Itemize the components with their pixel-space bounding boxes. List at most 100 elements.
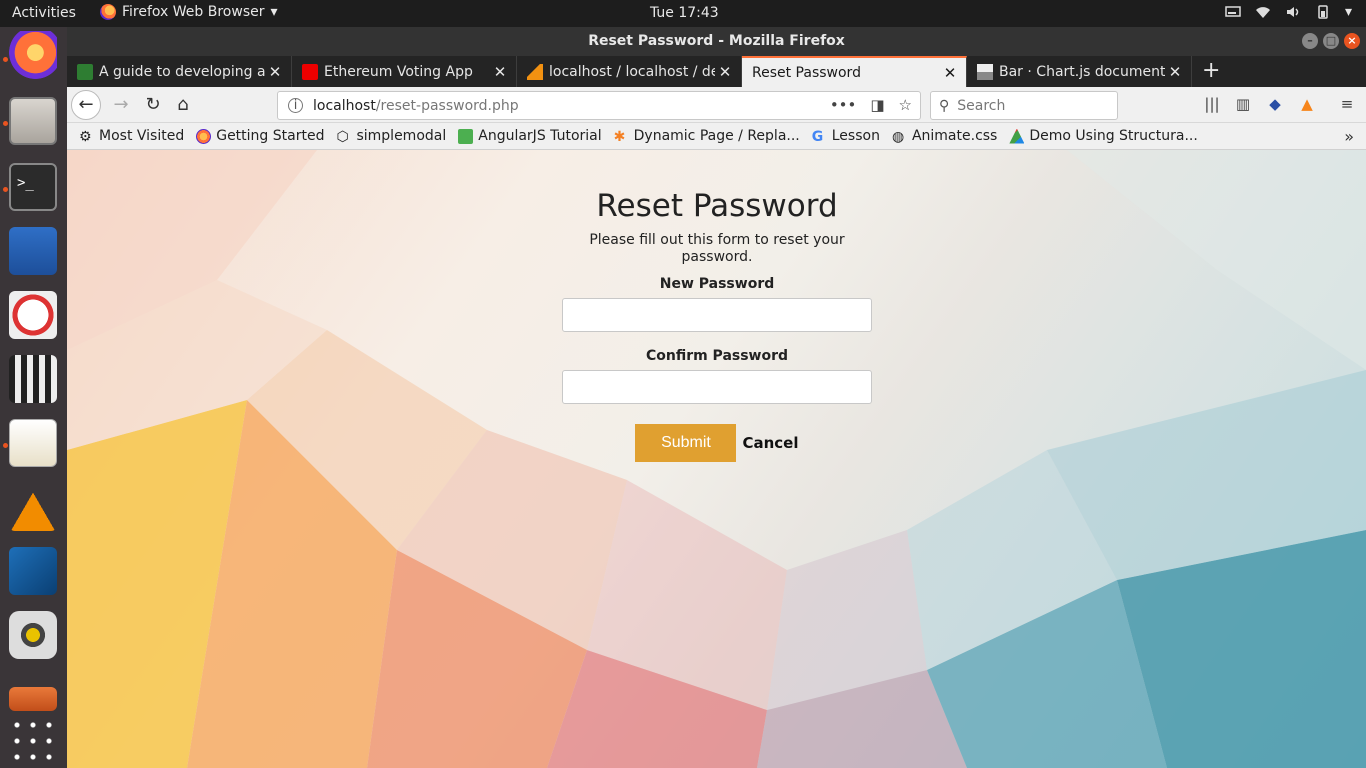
writer-launcher-icon[interactable] [9,227,57,275]
cancel-link[interactable]: Cancel [742,434,798,452]
close-tab-icon[interactable]: ✕ [265,63,285,81]
page-content: Reset Password Please fill out this form… [67,150,1366,768]
firefox-launcher-icon[interactable] [9,31,57,79]
asterisk-icon: ✱ [613,128,626,145]
close-tab-icon[interactable]: ✕ [715,63,735,81]
reload-button[interactable]: ↻ [139,91,167,119]
firefox-icon [196,128,212,144]
confirm-password-label: Confirm Password [645,348,789,364]
bookmark-angularjs-tutorial[interactable]: AngularJS Tutorial [458,128,602,144]
codepen-icon: ⬡ [336,128,349,145]
bookmark-lesson[interactable]: G Lesson [811,128,880,145]
bookmark-getting-started[interactable]: Getting Started [196,128,324,144]
tab-title: localhost / localhost / de [549,63,715,80]
ubuntu-dock: >_ [0,27,67,768]
bookmark-dynamic-page[interactable]: ✱ Dynamic Page / Repla... [613,128,800,145]
running-indicator [3,121,8,126]
url-path: /reset-password.php [375,97,519,114]
video-editor-launcher-icon[interactable] [9,355,57,403]
app-menu[interactable]: Firefox Web Browser ▾ [100,4,278,20]
maximize-button[interactable]: □ [1323,33,1339,49]
window-titlebar: Reset Password - Mozilla Firefox – □ × [67,27,1366,56]
close-tab-icon[interactable]: ✕ [1165,63,1185,81]
terminal-launcher-icon[interactable]: >_ [9,163,57,211]
system-tray[interactable]: ▾ [1225,4,1352,20]
bookmark-star-icon[interactable]: ☆ [899,96,912,114]
library-icon[interactable]: ||| [1202,95,1222,115]
new-password-field[interactable] [562,298,872,332]
w3schools-icon [458,128,474,144]
hamburger-menu-icon[interactable]: ≡ [1337,95,1357,115]
more-bookmarks-icon[interactable]: » [1344,127,1354,146]
url-bar[interactable]: i localhost/reset-password.php ••• ◨ ☆ [277,91,921,120]
home-button[interactable]: ⌂ [169,91,197,119]
pocket-icon[interactable]: ◨ [870,96,884,114]
new-password-label: New Password [659,276,775,292]
new-tab-button[interactable]: + [1192,56,1230,87]
sidebar-icon[interactable]: ▥ [1233,95,1253,115]
tab-reset-password[interactable]: Reset Password ✕ [742,56,967,87]
show-applications-icon[interactable] [9,717,57,765]
site-info-icon[interactable]: i [288,98,303,113]
extension-icon[interactable]: ◆ [1265,95,1285,115]
navigation-toolbar: ← → ↻ ⌂ i localhost/reset-password.php •… [67,87,1366,123]
tab-guide[interactable]: A guide to developing an ✕ [67,56,292,87]
reset-password-form: Reset Password Please fill out this form… [562,180,872,462]
url-host: localhost [313,97,376,114]
page-actions-icon[interactable]: ••• [830,96,857,114]
bookmark-most-visited[interactable]: ⚙ Most Visited [79,128,184,145]
close-tab-icon[interactable]: ✕ [940,64,960,82]
phpmyadmin-icon [527,63,543,80]
tab-title: Reset Password [752,64,861,81]
music-player-launcher-icon[interactable] [9,611,57,659]
search-placeholder: Search [957,97,1006,114]
firefox-window: Reset Password - Mozilla Firefox – □ × A… [67,27,1366,768]
app-menu-label: Firefox Web Browser [122,4,265,20]
firefox-icon [100,4,116,20]
volume-icon [1286,7,1299,17]
triangle-logo-icon [1009,128,1025,144]
chevron-down-icon: ▾ [270,4,278,20]
tab-title: A guide to developing an [99,63,265,80]
tab-strip: A guide to developing an ✕ Ethereum Voti… [67,56,1366,87]
running-indicator [3,187,8,192]
running-indicator [3,57,8,62]
running-indicator [3,443,8,448]
tab-title: Bar · Chart.js documenta [999,63,1165,80]
files-launcher-icon[interactable] [9,97,57,145]
activities-button[interactable]: Activities [12,5,76,21]
globe-icon: ◍ [891,128,905,145]
chevron-down-icon: ▾ [1344,4,1352,20]
toolbox-launcher-icon[interactable] [9,687,57,711]
metamask-icon[interactable]: ▲ [1297,95,1317,115]
bookmark-demo-structural[interactable]: Demo Using Structura... [1009,128,1198,144]
clock[interactable]: Tue 17:43 [650,5,719,21]
submit-button[interactable]: Submit [635,424,737,462]
tab-title: Ethereum Voting App [324,63,473,80]
screen-icon [1225,6,1241,17]
document-viewer-launcher-icon[interactable] [9,291,57,339]
close-tab-icon[interactable]: ✕ [490,63,510,81]
back-button[interactable]: ← [71,90,101,120]
battery-icon [1318,5,1328,19]
gear-icon: ⚙ [79,128,92,145]
text-editor-launcher-icon[interactable] [9,419,57,467]
close-window-button[interactable]: × [1344,33,1360,49]
window-title: Reset Password - Mozilla Firefox [588,33,845,49]
google-icon: G [811,128,824,145]
search-icon: ⚲ [939,97,950,114]
bookmarks-toolbar: ⚙ Most Visited Getting Started ⬡ simplemod… [67,123,1366,150]
tab-chartjs[interactable]: Bar · Chart.js documenta ✕ [967,56,1192,87]
vlc-launcher-icon[interactable] [9,483,57,531]
bookmark-animate-css[interactable]: ◍ Animate.css [891,128,997,145]
form-actions: Submit Cancel [562,424,872,462]
forward-button[interactable]: → [107,91,135,119]
bookmark-simplemodal[interactable]: ⬡ simplemodal [336,128,446,145]
system-top-bar: Activities Firefox Web Browser ▾ Tue 17:… [0,0,1366,27]
tab-ethereum-voting[interactable]: Ethereum Voting App ✕ [292,56,517,87]
minimize-button[interactable]: – [1302,33,1318,49]
confirm-password-field[interactable] [562,370,872,404]
search-input[interactable]: ⚲ Search [930,91,1118,120]
tab-phpmyadmin[interactable]: localhost / localhost / de ✕ [517,56,742,87]
vscode-launcher-icon[interactable] [9,547,57,595]
